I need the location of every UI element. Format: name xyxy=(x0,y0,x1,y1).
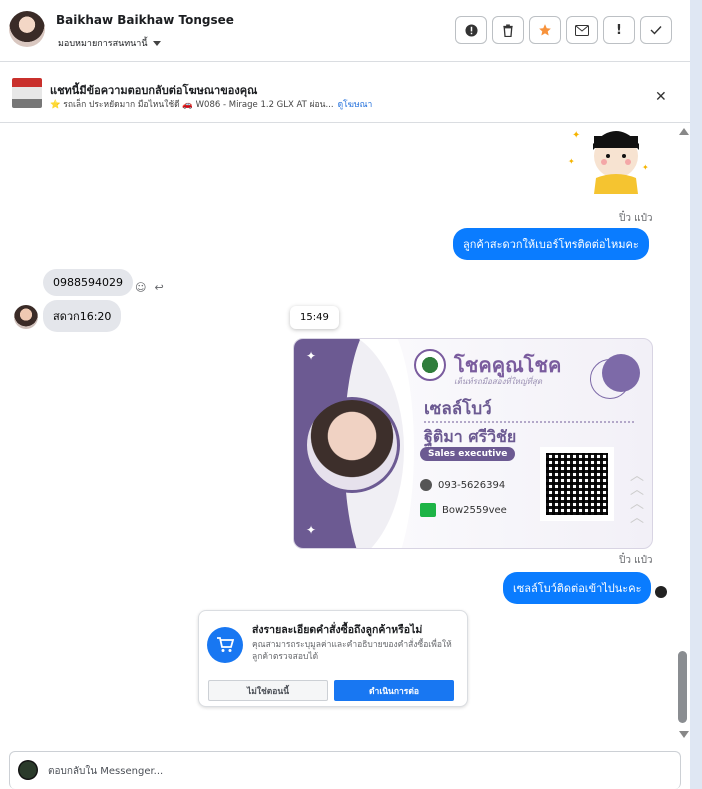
svg-text:✦: ✦ xyxy=(568,157,575,166)
avatar[interactable] xyxy=(9,11,45,47)
profile-photo xyxy=(304,397,400,493)
header-actions: ! xyxy=(455,16,672,44)
follow-up-button[interactable]: ! xyxy=(603,16,635,44)
report-button[interactable] xyxy=(455,16,487,44)
scroll-thumb[interactable] xyxy=(678,651,687,723)
assign-label: มอบหมายการสนทนานี้ xyxy=(58,39,148,49)
trash-icon xyxy=(503,23,513,37)
assign-dropdown[interactable]: มอบหมายการสนทนานี้ xyxy=(58,36,161,50)
card-brand-tagline: เต็นท์รถมือสองที่ใหญ่ที่สุด xyxy=(454,377,543,386)
card-phone-number: 093-5626394 xyxy=(438,479,506,491)
sparkle-icon: ✦ xyxy=(306,349,317,363)
business-card-image[interactable]: ✦ ✦ โชคคูณโชค เต็นท์รถมือสองที่ใหญ่ที่สุ… xyxy=(293,338,653,549)
outgoing-message[interactable]: เซลล์โบว์ติดต่อเข้าไปนะคะ xyxy=(503,572,652,604)
contact-name[interactable]: Baikhaw Baikhaw Tongsee xyxy=(56,13,234,27)
card-line: Bow2559vee xyxy=(420,503,507,517)
svg-text:✦: ✦ xyxy=(572,130,580,141)
order-prompt-card: ส่งรายละเอียดคำสั่งซื้อถึงลูกค้าหรือไม่ … xyxy=(198,610,468,707)
page-avatar xyxy=(18,760,38,780)
mark-done-button[interactable] xyxy=(640,16,672,44)
thread-scrollbar[interactable] xyxy=(676,124,690,744)
view-ad-link[interactable]: ดูโฆษณา xyxy=(338,97,373,111)
star-button[interactable] xyxy=(529,16,561,44)
reply-icon[interactable]: ↩ xyxy=(154,281,163,294)
reply-input[interactable]: ตอบกลับใน Messenger... xyxy=(48,764,163,779)
ad-banner-subtitle: ⭐ รถเล็ก ประหยัดมาก มือไหนใช้ดี 🚗 W086 -… xyxy=(50,97,372,111)
delete-button[interactable] xyxy=(492,16,524,44)
scroll-up-icon[interactable] xyxy=(679,128,689,135)
ad-reply-banner: แชทนี้มีข้อความตอบกลับต่อโฆษณาของคุณ ⭐ ร… xyxy=(0,63,690,123)
cart-icon xyxy=(207,627,243,663)
seen-indicator: ปิ๋ว แป๋ว xyxy=(619,213,653,224)
brand-logo xyxy=(414,349,446,381)
message-thread[interactable]: ✦ ✦ ✦ ปิ๋ว แป๋ว ลูกค้าสะดวกให้เบอร์โทรติ… xyxy=(0,124,690,744)
order-prompt-title: ส่งรายละเอียดคำสั่งซื้อถึงลูกค้าหรือไม่ xyxy=(252,624,423,636)
qr-code xyxy=(540,447,614,521)
incoming-message[interactable]: 0988594029 xyxy=(43,269,133,296)
seen-indicator: ปิ๋ว แป๋ว xyxy=(619,555,653,566)
not-now-button[interactable]: ไม่ใช่ตอนนี้ xyxy=(208,680,328,701)
sticker-image: ✦ ✦ ✦ xyxy=(568,130,649,194)
conversation-header: Baikhaw Baikhaw Tongsee มอบหมายการสนทนาน… xyxy=(0,0,690,62)
react-icon[interactable]: ☺ xyxy=(135,281,146,294)
email-button[interactable] xyxy=(566,16,598,44)
card-phone: 093-5626394 xyxy=(420,479,505,491)
scroll-down-icon[interactable] xyxy=(679,731,689,738)
phone-icon xyxy=(420,479,432,491)
star-icon xyxy=(539,24,551,36)
report-icon xyxy=(464,23,478,37)
chevron-up-icon: ︿ ︿ ︿ ︿ xyxy=(630,468,644,526)
incoming-message[interactable]: สดวก16:20 xyxy=(43,300,122,332)
page-scrollbar[interactable] xyxy=(690,0,702,789)
messenger-conversation: Baikhaw Baikhaw Tongsee มอบหมายการสนทนาน… xyxy=(0,0,702,789)
mail-icon xyxy=(575,24,589,36)
read-receipt-avatar xyxy=(655,586,667,598)
continue-button[interactable]: ดำเนินการต่อ xyxy=(334,680,454,701)
ad-thumbnail[interactable] xyxy=(12,78,42,108)
order-prompt-description: คุณสามารถระบุมูลค่าและคำอธิบายของคำสั่งซ… xyxy=(252,640,452,662)
card-decoration xyxy=(602,354,640,392)
check-icon xyxy=(650,26,662,35)
svg-text:✦: ✦ xyxy=(642,163,649,172)
sender-avatar xyxy=(14,305,38,329)
sparkle-icon: ✦ xyxy=(306,523,317,537)
timestamp-tooltip: 15:49 xyxy=(290,306,339,329)
chevron-down-icon xyxy=(152,40,161,46)
close-icon[interactable]: ✕ xyxy=(655,89,667,105)
card-line-id: Bow2559vee xyxy=(442,504,507,516)
alert-icon: ! xyxy=(616,22,622,38)
card-divider xyxy=(424,421,634,423)
reply-composer[interactable]: ตอบกลับใน Messenger... xyxy=(9,751,681,789)
line-app-icon xyxy=(420,503,436,517)
card-role: เซลล์โบว์ xyxy=(424,399,492,419)
outgoing-message[interactable]: ลูกค้าสะดวกให้เบอร์โทรติดต่อไหมคะ xyxy=(453,228,649,260)
card-job-title: Sales executive xyxy=(420,447,516,461)
message-actions: ☺ ↩ xyxy=(135,281,164,294)
ad-description: ⭐ รถเล็ก ประหยัดมาก มือไหนใช้ดี 🚗 W086 -… xyxy=(50,100,334,110)
